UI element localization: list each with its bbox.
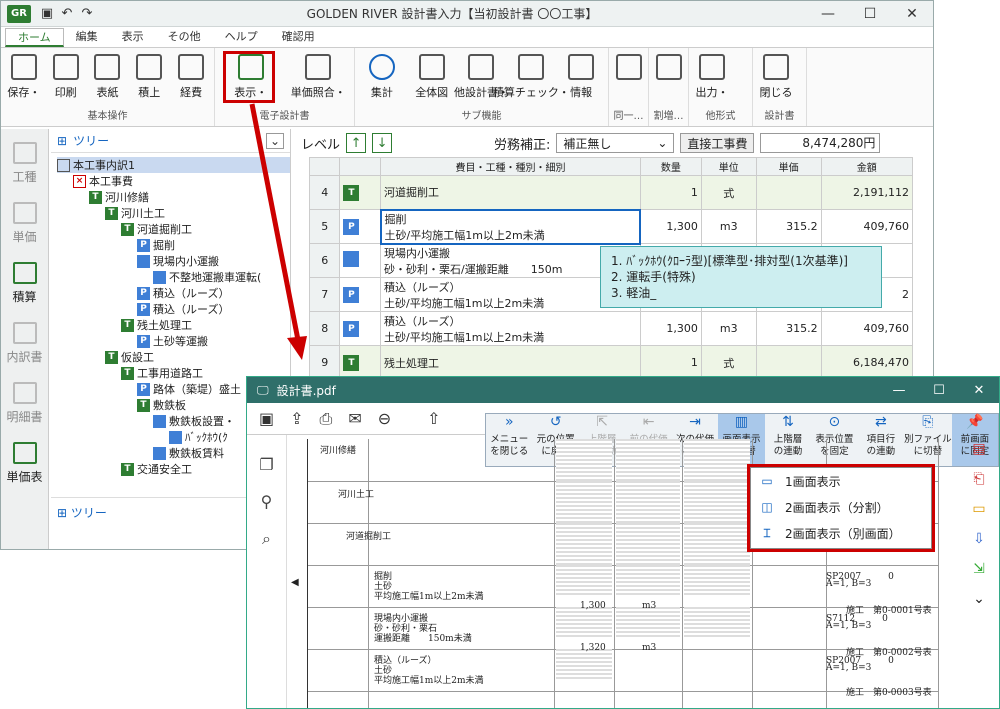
- tooltip-line: 2. 運転手(特殊): [611, 270, 696, 284]
- doc-shade: [616, 523, 680, 565]
- doc-text: 河川土工: [338, 490, 375, 500]
- pdf-nav-icon: ⇤: [642, 414, 655, 430]
- doc-vline: [614, 439, 615, 708]
- doc-text: A=1, B=3: [826, 579, 872, 589]
- monitor-icon: 🖵: [257, 382, 269, 397]
- pdf-nav-icon: »: [504, 414, 514, 430]
- organize-icon[interactable]: ⇩: [973, 531, 985, 547]
- pdf-window: 🖵 設計書.pdf — ☐ ✕ ▣ ⇪ ⎙ ✉ ⊖ ⇧ »メニュー を閉じる↺元…: [246, 376, 1000, 709]
- mail-icon[interactable]: ✉: [348, 409, 361, 428]
- pdf-side-toolbar: ❐ ⚲ ⌕: [247, 435, 287, 708]
- pdf-nav-icon: ⇅: [782, 414, 794, 430]
- note-icon[interactable]: ▭: [972, 501, 985, 517]
- pdf-nav-icon: ⇥: [689, 414, 701, 430]
- highlight-popup: [747, 464, 935, 552]
- attachment-icon[interactable]: ⚲: [261, 492, 273, 511]
- chevron-down-icon[interactable]: ⌄: [973, 591, 985, 607]
- pdf-nav-icon: ⊙: [828, 414, 841, 430]
- doc-shade: [684, 607, 750, 637]
- pdf-nav-icon: ↺: [549, 414, 562, 430]
- doc-shade: [684, 523, 750, 565]
- doc-shade: [556, 607, 612, 637]
- doc-text: m3: [642, 601, 657, 611]
- search-icon[interactable]: ⌕: [262, 529, 271, 549]
- doc-shade: [616, 565, 680, 595]
- doc-shade: [556, 649, 612, 679]
- doc-shade: [556, 439, 612, 481]
- doc-vline: [938, 439, 939, 708]
- pdf-nav-icon: 📌: [966, 414, 984, 430]
- doc-shade: [556, 481, 612, 523]
- upload-icon[interactable]: ⇪: [290, 409, 303, 428]
- zoom-out-icon[interactable]: ⊖: [378, 409, 391, 428]
- doc-text: 河川修繕: [320, 446, 357, 456]
- doc-text: A=1, B=3: [826, 663, 872, 673]
- tooltip-line: 3. 軽油_: [611, 286, 657, 300]
- tooltip-line: 1. ﾊﾞｯｸﾎｳ(ｸﾛｰﾗ型)[標準型･排対型(1次基準)]: [611, 254, 848, 268]
- save-icon[interactable]: ▣: [259, 409, 274, 428]
- doc-text: 河道掘削工: [346, 532, 392, 542]
- pdf-right-toolbar: ▤ ⎗ ▭ ⇩ ⇲ ⌄: [959, 435, 999, 708]
- compress-icon[interactable]: ⇲: [973, 561, 985, 577]
- up-icon[interactable]: ⇧: [427, 409, 440, 428]
- pdf-nav-icon: ⇱: [596, 414, 608, 430]
- doc-text: 施工 第0-0003号表: [846, 688, 932, 698]
- doc-hline: [308, 649, 938, 650]
- doc-shade: [684, 565, 750, 595]
- doc-text: 平均施工幅1m以上2m未満: [374, 592, 484, 602]
- item-tooltip: 1. ﾊﾞｯｸﾎｳ(ｸﾛｰﾗ型)[標準型･排対型(1次基準)] 2. 運転手(特…: [600, 246, 882, 308]
- doc-text: A=1, B=3: [826, 621, 872, 631]
- doc-shade: [684, 439, 750, 481]
- pdf-close-icon[interactable]: ✕: [959, 383, 999, 398]
- scroll-left-icon[interactable]: ◀: [291, 577, 299, 588]
- doc-text: 1,300: [580, 601, 606, 611]
- print-icon[interactable]: ⎙: [320, 409, 333, 429]
- pdf-nav-icon: ⎘: [922, 414, 934, 430]
- pdf-maximize-icon[interactable]: ☐: [919, 383, 959, 398]
- doc-text: 平均施工幅1m以上2m未満: [374, 676, 484, 686]
- pdf-nav-icon: ▥: [734, 414, 749, 430]
- doc-vline: [554, 439, 555, 708]
- pdf-export-icon[interactable]: ⎗: [973, 471, 984, 487]
- doc-shade: [616, 481, 680, 523]
- doc-hline: [308, 691, 938, 692]
- doc-vline: [368, 439, 369, 708]
- doc-shade: [556, 523, 612, 565]
- pdf-title-bar: 🖵 設計書.pdf — ☐ ✕: [247, 377, 999, 403]
- doc-text: 運搬距離 150m未満: [374, 634, 472, 644]
- doc-shade: [684, 481, 750, 523]
- pdf-nav-icon: ⇄: [874, 414, 887, 430]
- doc-text: m3: [642, 643, 657, 653]
- doc-shade: [556, 565, 612, 595]
- pdf-minimize-icon[interactable]: —: [879, 383, 919, 398]
- comment-icon[interactable]: ▤: [972, 441, 985, 457]
- doc-vline: [682, 439, 683, 708]
- pdf-title: 設計書.pdf: [276, 383, 336, 398]
- doc-shade: [616, 439, 680, 481]
- doc-shade: [616, 607, 680, 637]
- doc-text: 1,320: [580, 643, 606, 653]
- pages-icon[interactable]: ❐: [259, 455, 273, 474]
